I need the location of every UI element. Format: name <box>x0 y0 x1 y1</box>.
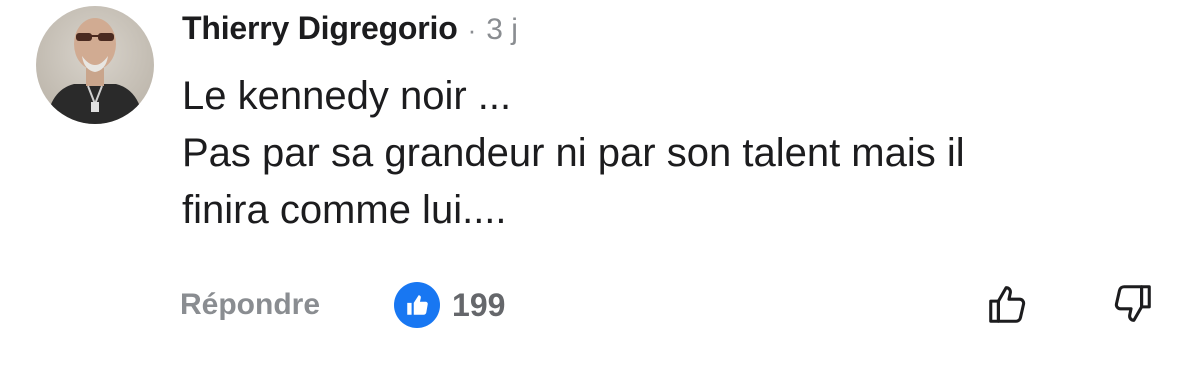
avatar-photo <box>36 6 154 124</box>
avatar[interactable] <box>36 6 154 124</box>
reply-button[interactable]: Répondre <box>180 288 320 322</box>
comment-line: Pas par sa grandeur ni par son talent ma… <box>182 131 965 175</box>
thumbs-up-outline-icon <box>989 286 1026 323</box>
timestamp[interactable]: 3 j <box>486 13 518 47</box>
author-name[interactable]: Thierry Digregorio <box>182 10 458 47</box>
thumbs-down-outline-icon <box>1114 285 1151 322</box>
meta-separator: · <box>467 15 477 45</box>
upvote-button[interactable] <box>980 276 1036 332</box>
comment-line: finira comme lui.... <box>182 188 507 232</box>
comment-line: Le kennedy noir ... <box>182 74 512 118</box>
thumbs-up-icon <box>394 282 441 328</box>
reaction-count: 199 <box>452 286 506 323</box>
comment-body: Le kennedy noir ... Pas par sa grandeur … <box>182 68 1142 239</box>
reaction-summary[interactable]: 199 <box>394 282 505 328</box>
comment-actions: Répondre 199 <box>180 280 505 330</box>
comment-header: Thierry Digregorio · 3 j <box>182 10 518 52</box>
downvote-button[interactable] <box>1104 276 1160 332</box>
comment: Thierry Digregorio · 3 j Le kennedy noir… <box>0 0 1200 389</box>
